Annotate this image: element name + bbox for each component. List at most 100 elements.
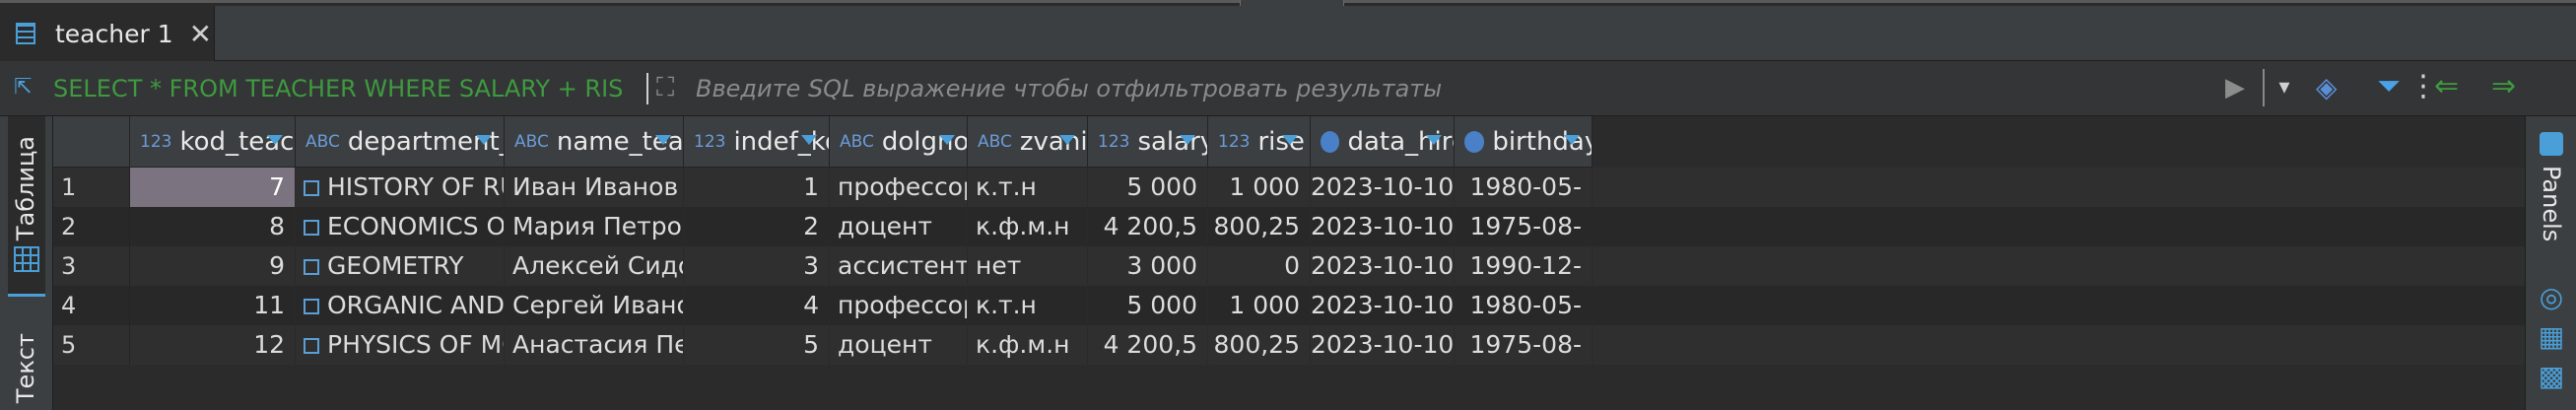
cell-indef_kod[interactable]: 2 — [684, 207, 830, 246]
foreign-key-link-icon[interactable] — [304, 180, 319, 196]
cell-kod_teacher[interactable]: 8 — [130, 207, 296, 246]
cell-birthday[interactable]: 1975-08- — [1455, 207, 1593, 246]
target-icon[interactable]: ◎ — [2538, 284, 2565, 311]
row-number[interactable]: 1 — [53, 168, 130, 207]
sort-dropdown-icon[interactable] — [1180, 135, 1195, 145]
cell-dolgnost[interactable]: доцент — [830, 325, 968, 365]
row-number-header[interactable] — [53, 116, 130, 168]
cell-salary[interactable]: 5 000 — [1088, 286, 1208, 325]
panel-icon[interactable] — [2540, 132, 2563, 156]
cell-data_hire[interactable]: 2023-10-10 — [1311, 207, 1455, 246]
cell-rise[interactable]: 1 000 — [1208, 168, 1311, 207]
eraser-icon[interactable]: ◈ — [2316, 71, 2338, 103]
cell-salary[interactable]: 5 000 — [1088, 168, 1208, 207]
sort-dropdown-icon[interactable] — [939, 135, 955, 145]
tab-text-view[interactable]: Текст — [8, 313, 45, 410]
column-header-zvanie[interactable]: ABC zvanie — [968, 116, 1088, 168]
cell-indef_kod[interactable]: 4 — [684, 286, 830, 325]
cell-birthday[interactable]: 1990-12- — [1455, 246, 1593, 286]
cell-value: ассистент — [838, 251, 968, 280]
sort-dropdown-icon[interactable] — [267, 135, 283, 145]
filter-input[interactable] — [53, 73, 644, 104]
close-icon[interactable]: ✕ — [189, 18, 212, 50]
panels-label[interactable]: Panels — [2538, 166, 2565, 241]
row-number[interactable]: 5 — [53, 325, 130, 365]
sort-dropdown-icon[interactable] — [1426, 135, 1442, 145]
cell-zvanie[interactable]: к.ф.м.н — [968, 207, 1088, 246]
cell-zvanie[interactable]: нет — [968, 246, 1088, 286]
foreign-key-link-icon[interactable] — [304, 299, 319, 314]
cell-dolgnost[interactable]: профессор — [830, 286, 968, 325]
sort-dropdown-icon[interactable] — [1282, 135, 1298, 145]
cell-data_hire[interactable]: 2023-10-10 — [1311, 286, 1455, 325]
column-header-rise[interactable]: 123 rise — [1208, 116, 1311, 168]
cell-value: профессор — [838, 291, 968, 319]
cell-zvanie[interactable]: к.т.н — [968, 286, 1088, 325]
cell-name_teacher[interactable]: Мария Петрова — [505, 207, 684, 246]
apply-filter-icon[interactable]: ▶ — [2225, 73, 2245, 102]
column-header-department_name[interactable]: ABCdepartment_name — [296, 116, 505, 168]
cell-data_hire[interactable]: 2023-10-10 — [1311, 168, 1455, 207]
sort-dropdown-icon[interactable] — [1059, 135, 1075, 145]
cell-kod_teacher[interactable]: 9 — [130, 246, 296, 286]
cell-department_name[interactable]: ECONOMICS OF PRODUC — [296, 207, 505, 246]
cell-kod_teacher[interactable]: 12 — [130, 325, 296, 365]
cell-kod_teacher[interactable]: 11 — [130, 286, 296, 325]
cell-data_hire[interactable]: 2023-10-10 — [1311, 325, 1455, 365]
forward-arrow-icon[interactable]: ⇒ — [2491, 69, 2516, 103]
column-header-dolgnost[interactable]: ABCdolgnost — [830, 116, 968, 168]
cell-indef_kod[interactable]: 1 — [684, 168, 830, 207]
cell-name_teacher[interactable]: Алексей Сидоров — [505, 246, 684, 286]
cell-zvanie[interactable]: к.т.н — [968, 168, 1088, 207]
row-number[interactable]: 3 — [53, 246, 130, 286]
cell-department_name[interactable]: PHYSICS OF MOLECULAR — [296, 325, 505, 365]
cell-dolgnost[interactable]: профессор — [830, 168, 968, 207]
cell-name_teacher[interactable]: Сергей Иванов — [505, 286, 684, 325]
column-header-birthday[interactable]: birthday — [1455, 116, 1593, 168]
foreign-key-link-icon[interactable] — [304, 338, 319, 354]
cell-indef_kod[interactable]: 3 — [684, 246, 830, 286]
column-header-data_hire[interactable]: data_hire — [1311, 116, 1455, 168]
layout-icon[interactable]: ▦ — [2538, 323, 2565, 351]
cell-salary[interactable]: 4 200,5 — [1088, 325, 1208, 365]
cell-dolgnost[interactable]: доцент — [830, 207, 968, 246]
row-number[interactable]: 2 — [53, 207, 130, 246]
foreign-key-link-icon[interactable] — [304, 259, 319, 275]
sort-dropdown-icon[interactable] — [1564, 135, 1580, 145]
expand-icon[interactable]: ⛶ — [656, 73, 674, 103]
checker-icon[interactable]: ▩ — [2538, 363, 2565, 390]
cell-department_name[interactable]: ORGANIC AND MEDICINA — [296, 286, 505, 325]
sort-dropdown-icon[interactable] — [655, 135, 671, 145]
column-header-indef_kod[interactable]: 123indef_kod — [684, 116, 830, 168]
column-header-salary[interactable]: 123 salary — [1088, 116, 1208, 168]
tab-teacher[interactable]: teacher 1 ✕ — [0, 6, 215, 61]
filter-history-dropdown[interactable]: ▾ — [2263, 69, 2304, 106]
tab-table-view[interactable]: Таблица — [8, 116, 45, 297]
column-header-name_teacher[interactable]: ABCname_teacher — [505, 116, 684, 168]
cell-birthday[interactable]: 1980-05- — [1455, 286, 1593, 325]
column-header-kod_teacher[interactable]: 123kod_teacher — [130, 116, 296, 168]
cell-salary[interactable]: 4 200,5 — [1088, 207, 1208, 246]
cell-indef_kod[interactable]: 5 — [684, 325, 830, 365]
cell-department_name[interactable]: GEOMETRY — [296, 246, 505, 286]
foreign-key-link-icon[interactable] — [304, 220, 319, 236]
cell-kod_teacher[interactable]: 7 — [130, 168, 296, 207]
cell-salary[interactable]: 3 000 — [1088, 246, 1208, 286]
cell-department_name[interactable]: HISTORY OF RUSSIA — [296, 168, 505, 207]
sort-dropdown-icon[interactable] — [476, 135, 492, 145]
cell-birthday[interactable]: 1980-05- — [1455, 168, 1593, 207]
cell-rise[interactable]: 1 000 — [1208, 286, 1311, 325]
cell-rise[interactable]: 0 — [1208, 246, 1311, 286]
row-number[interactable]: 4 — [53, 286, 130, 325]
sort-dropdown-icon[interactable] — [801, 135, 817, 145]
cell-data_hire[interactable]: 2023-10-10 — [1311, 246, 1455, 286]
funnel-icon[interactable]: ⏷ — [2377, 69, 2401, 103]
cell-rise[interactable]: 800,25 — [1208, 207, 1311, 246]
cell-name_teacher[interactable]: Иван Иванов — [505, 168, 684, 207]
cell-zvanie[interactable]: к.ф.м.н — [968, 325, 1088, 365]
cell-birthday[interactable]: 1975-08- — [1455, 325, 1593, 365]
cell-dolgnost[interactable]: ассистент — [830, 246, 968, 286]
cell-name_teacher[interactable]: Анастасия Петрова — [505, 325, 684, 365]
cell-rise[interactable]: 800,25 — [1208, 325, 1311, 365]
back-arrow-icon[interactable]: ⇐ — [2434, 69, 2459, 103]
